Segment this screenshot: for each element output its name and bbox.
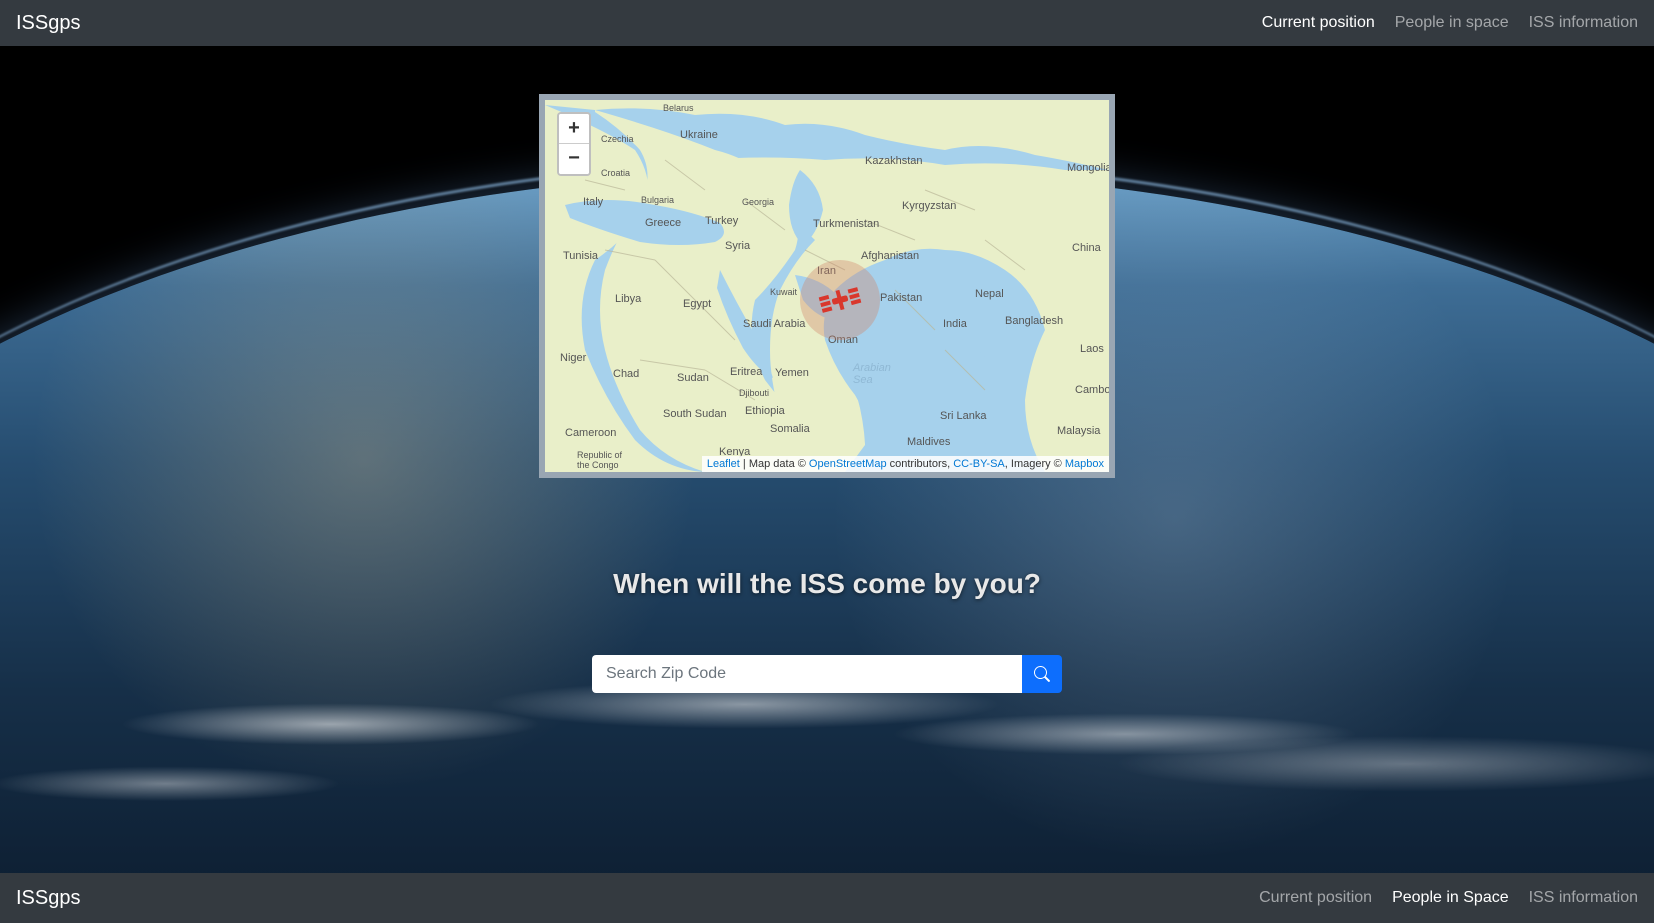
top-nav-links: Current position People in space ISS inf… — [1262, 14, 1638, 32]
top-navbar: ISSgps Current position People in space … — [0, 0, 1654, 46]
label-kuwait: Kuwait — [770, 287, 797, 297]
label-afghanistan: Afghanistan — [861, 250, 919, 262]
zoom-in-button[interactable]: + — [559, 114, 589, 144]
label-congo: Republic of the Congo — [577, 450, 622, 470]
footer-nav-iss-information[interactable]: ISS information — [1529, 889, 1638, 907]
label-chad: Chad — [613, 368, 639, 380]
label-mongolia: Mongolia — [1067, 162, 1112, 174]
attribution-mapbox-link[interactable]: Mapbox — [1065, 458, 1104, 470]
iss-marker — [800, 260, 880, 340]
footer-navbar: ISSgps Current position People in Space … — [0, 873, 1654, 923]
label-niger: Niger — [560, 352, 586, 364]
label-laos: Laos — [1080, 343, 1104, 355]
hero-section: Italy Tunisia Libya Egypt Niger Chad Sud… — [0, 46, 1654, 873]
attribution-leaflet-link[interactable]: Leaflet — [707, 458, 740, 470]
search-row — [0, 655, 1654, 693]
label-somalia: Somalia — [770, 423, 810, 435]
label-croatia: Croatia — [601, 168, 630, 178]
attribution-text: | Map data © — [740, 458, 809, 470]
label-malaysia: Malaysia — [1057, 425, 1100, 437]
map-attribution: Leaflet | Map data © OpenStreetMap contr… — [702, 456, 1109, 472]
label-syria: Syria — [725, 240, 750, 252]
nav-current-position[interactable]: Current position — [1262, 14, 1375, 32]
map-zoom-controls: + − — [557, 112, 591, 176]
label-georgia: Georgia — [742, 197, 774, 207]
attribution-text: contributors, — [887, 458, 954, 470]
label-south-sudan: South Sudan — [663, 408, 727, 420]
attribution-cc-link[interactable]: CC-BY-SA — [953, 458, 1005, 470]
label-bangladesh: Bangladesh — [1005, 315, 1063, 327]
label-kyrgyzstan: Kyrgyzstan — [902, 200, 956, 212]
label-italy: Italy — [583, 196, 603, 208]
zoom-out-button[interactable]: − — [559, 144, 589, 174]
iss-icon — [818, 283, 863, 317]
footer-nav-people-in-space[interactable]: People in Space — [1392, 889, 1509, 907]
label-bulgaria: Bulgaria — [641, 195, 674, 205]
footer-nav-current-position[interactable]: Current position — [1259, 889, 1372, 907]
attribution-text: , Imagery © — [1005, 458, 1065, 470]
label-tunisia: Tunisia — [563, 250, 598, 262]
nav-people-in-space[interactable]: People in space — [1395, 14, 1509, 32]
label-yemen: Yemen — [775, 367, 809, 379]
label-egypt: Egypt — [683, 298, 711, 310]
zip-search-input[interactable] — [592, 655, 1022, 693]
label-belarus: Belarus — [663, 103, 694, 113]
label-ethiopia: Ethiopia — [745, 405, 785, 417]
label-nepal: Nepal — [975, 288, 1004, 300]
label-djibouti: Djibouti — [739, 388, 769, 398]
label-maldives: Maldives — [907, 436, 950, 448]
search-button[interactable] — [1022, 655, 1062, 693]
footer-nav-links: Current position People in Space ISS inf… — [1259, 889, 1638, 907]
label-sudan: Sudan — [677, 372, 709, 384]
label-kazakhstan: Kazakhstan — [865, 155, 922, 167]
footer-brand[interactable]: ISSgps — [16, 887, 80, 910]
label-pakistan: Pakistan — [880, 292, 922, 304]
label-czechia: Czechia — [601, 134, 634, 144]
attribution-osm-link[interactable]: OpenStreetMap — [809, 458, 887, 470]
search-heading: When will the ISS come by you? — [0, 568, 1654, 600]
brand-logo[interactable]: ISSgps — [16, 12, 80, 35]
label-turkmenistan: Turkmenistan — [813, 218, 879, 230]
label-arabian-sea: Arabian Sea — [853, 362, 891, 386]
search-section: When will the ISS come by you? — [0, 568, 1654, 693]
search-icon — [1034, 666, 1050, 682]
label-india: India — [943, 318, 967, 330]
label-srilanka: Sri Lanka — [940, 410, 986, 422]
iss-map[interactable]: Italy Tunisia Libya Egypt Niger Chad Sud… — [539, 94, 1115, 478]
label-saudi: Saudi Arabia — [743, 318, 805, 330]
label-cameroon: Cameroon — [565, 427, 616, 439]
label-eritrea: Eritrea — [730, 366, 762, 378]
label-china: China — [1072, 242, 1101, 254]
label-ukraine: Ukraine — [680, 129, 718, 141]
label-libya: Libya — [615, 293, 641, 305]
label-turkey: Turkey — [705, 215, 738, 227]
nav-iss-information[interactable]: ISS information — [1529, 14, 1638, 32]
label-greece: Greece — [645, 217, 681, 229]
label-cambodia: Cambo — [1075, 384, 1110, 396]
